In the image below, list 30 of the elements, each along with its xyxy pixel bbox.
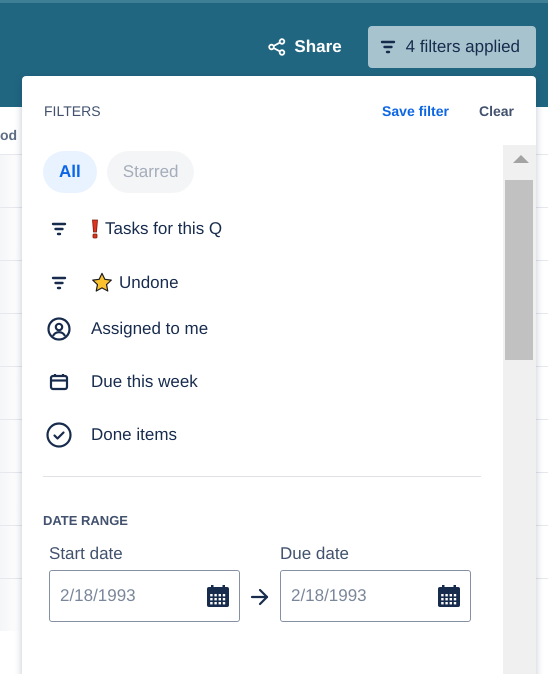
- arrow-icon: [250, 588, 270, 606]
- calendar-icon: [49, 372, 69, 392]
- calendar-icon[interactable]: [437, 584, 461, 608]
- filter-item[interactable]: Done items: [91, 424, 177, 444]
- save-filter-link[interactable]: Save filter: [382, 103, 449, 119]
- check-circle-icon: [46, 422, 72, 448]
- filters-button[interactable]: 4 filters applied: [368, 26, 536, 68]
- field-label: Start date: [49, 544, 124, 564]
- column-header: od: [0, 127, 18, 143]
- filter-item[interactable]: Undone: [119, 272, 179, 292]
- due-date-field[interactable]: 2/18/1993: [280, 570, 471, 622]
- filter-icon: [51, 276, 67, 290]
- filter-tab[interactable]: All: [43, 151, 97, 193]
- filter-item[interactable]: Assigned to me: [91, 318, 208, 338]
- exclamation-icon: [91, 219, 99, 239]
- filter-icon: [380, 40, 396, 54]
- field-label: Due date: [280, 544, 350, 564]
- section-title: DATE RANGE: [42, 512, 129, 528]
- filter-item[interactable]: Tasks for this Q: [105, 219, 222, 239]
- calendar-icon[interactable]: [206, 584, 230, 608]
- share-button[interactable]: Share: [268, 26, 342, 68]
- filter-icon: [51, 222, 67, 236]
- scrollbar[interactable]: [503, 145, 536, 674]
- user-icon: [47, 316, 71, 340]
- star-icon: [91, 272, 113, 293]
- clear-link[interactable]: Clear: [478, 103, 514, 119]
- panel-title: FILTERS: [44, 103, 102, 119]
- filter-item[interactable]: Due this week: [91, 372, 198, 392]
- start-date-field[interactable]: 2/18/1993: [49, 570, 240, 622]
- share-icon: [268, 38, 286, 56]
